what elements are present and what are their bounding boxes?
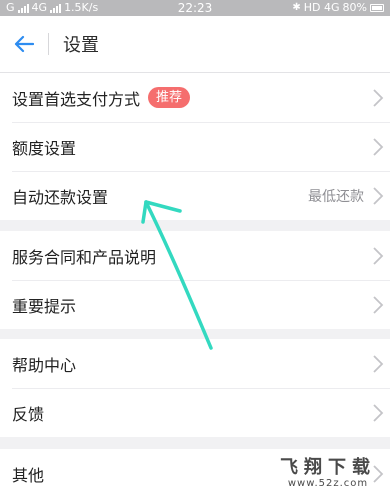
chevron-right-icon (373, 354, 384, 373)
row-label: 其他 (12, 465, 45, 485)
status-battery: 80% (342, 1, 367, 14)
row-label: 额度设置 (12, 138, 77, 158)
row-limit-settings[interactable]: 额度设置 (0, 122, 390, 171)
row-important-notice[interactable]: 重要提示 (0, 280, 390, 329)
row-label: 反馈 (12, 404, 45, 424)
chevron-right-icon (373, 137, 384, 156)
status-bar: G 4G 1.5K/s 22:23 ✱ HD 4G 80% (0, 0, 390, 16)
status-g: G (6, 1, 15, 14)
recommend-badge: 推荐 (148, 87, 191, 108)
row-label: 服务合同和产品说明 (12, 247, 157, 267)
row-preferred-payment[interactable]: 设置首选支付方式 推荐 (0, 73, 390, 122)
nav-bar: 设置 (0, 16, 390, 73)
row-label: 重要提示 (12, 296, 77, 316)
settings-group-payment: 设置首选支付方式 推荐 额度设置 自动还款设置 最低还款 (0, 73, 390, 220)
row-value: 最低还款 (308, 188, 364, 205)
back-arrow-icon[interactable] (14, 35, 34, 53)
chevron-right-icon (373, 186, 384, 205)
watermark-sub: www.52z.com (287, 478, 369, 489)
bluetooth-icon: ✱ (292, 2, 301, 13)
watermark-main: 飞翔下载 (280, 457, 376, 478)
signal-icon (17, 3, 29, 13)
page-title: 设置 (63, 35, 99, 56)
chevron-right-icon (373, 88, 384, 107)
settings-group-help: 帮助中心 反馈 (0, 339, 390, 437)
signal-icon-2 (50, 3, 62, 13)
back-button[interactable] (0, 16, 48, 73)
battery-icon (370, 4, 384, 12)
chevron-right-icon (373, 246, 384, 265)
status-carrier: 4G (31, 1, 48, 14)
row-auto-repay[interactable]: 自动还款设置 最低还款 (0, 171, 390, 220)
chevron-right-icon (373, 403, 384, 422)
watermark: 飞翔下载 www.52z.com (280, 458, 376, 490)
chevron-right-icon (373, 295, 384, 314)
row-label: 自动还款设置 (12, 187, 109, 207)
status-net-speed: 1.5K/s (64, 1, 99, 14)
status-network: HD 4G (303, 1, 340, 14)
nav-divider (48, 33, 49, 55)
row-label: 帮助中心 (12, 355, 77, 375)
status-left: G 4G 1.5K/s (6, 0, 98, 16)
row-help-center[interactable]: 帮助中心 (0, 339, 390, 388)
row-contracts[interactable]: 服务合同和产品说明 (0, 231, 390, 280)
row-feedback[interactable]: 反馈 (0, 388, 390, 437)
status-right: ✱ HD 4G 80% (292, 0, 384, 16)
settings-group-contracts: 服务合同和产品说明 重要提示 (0, 231, 390, 329)
row-label: 设置首选支付方式 (12, 89, 141, 109)
